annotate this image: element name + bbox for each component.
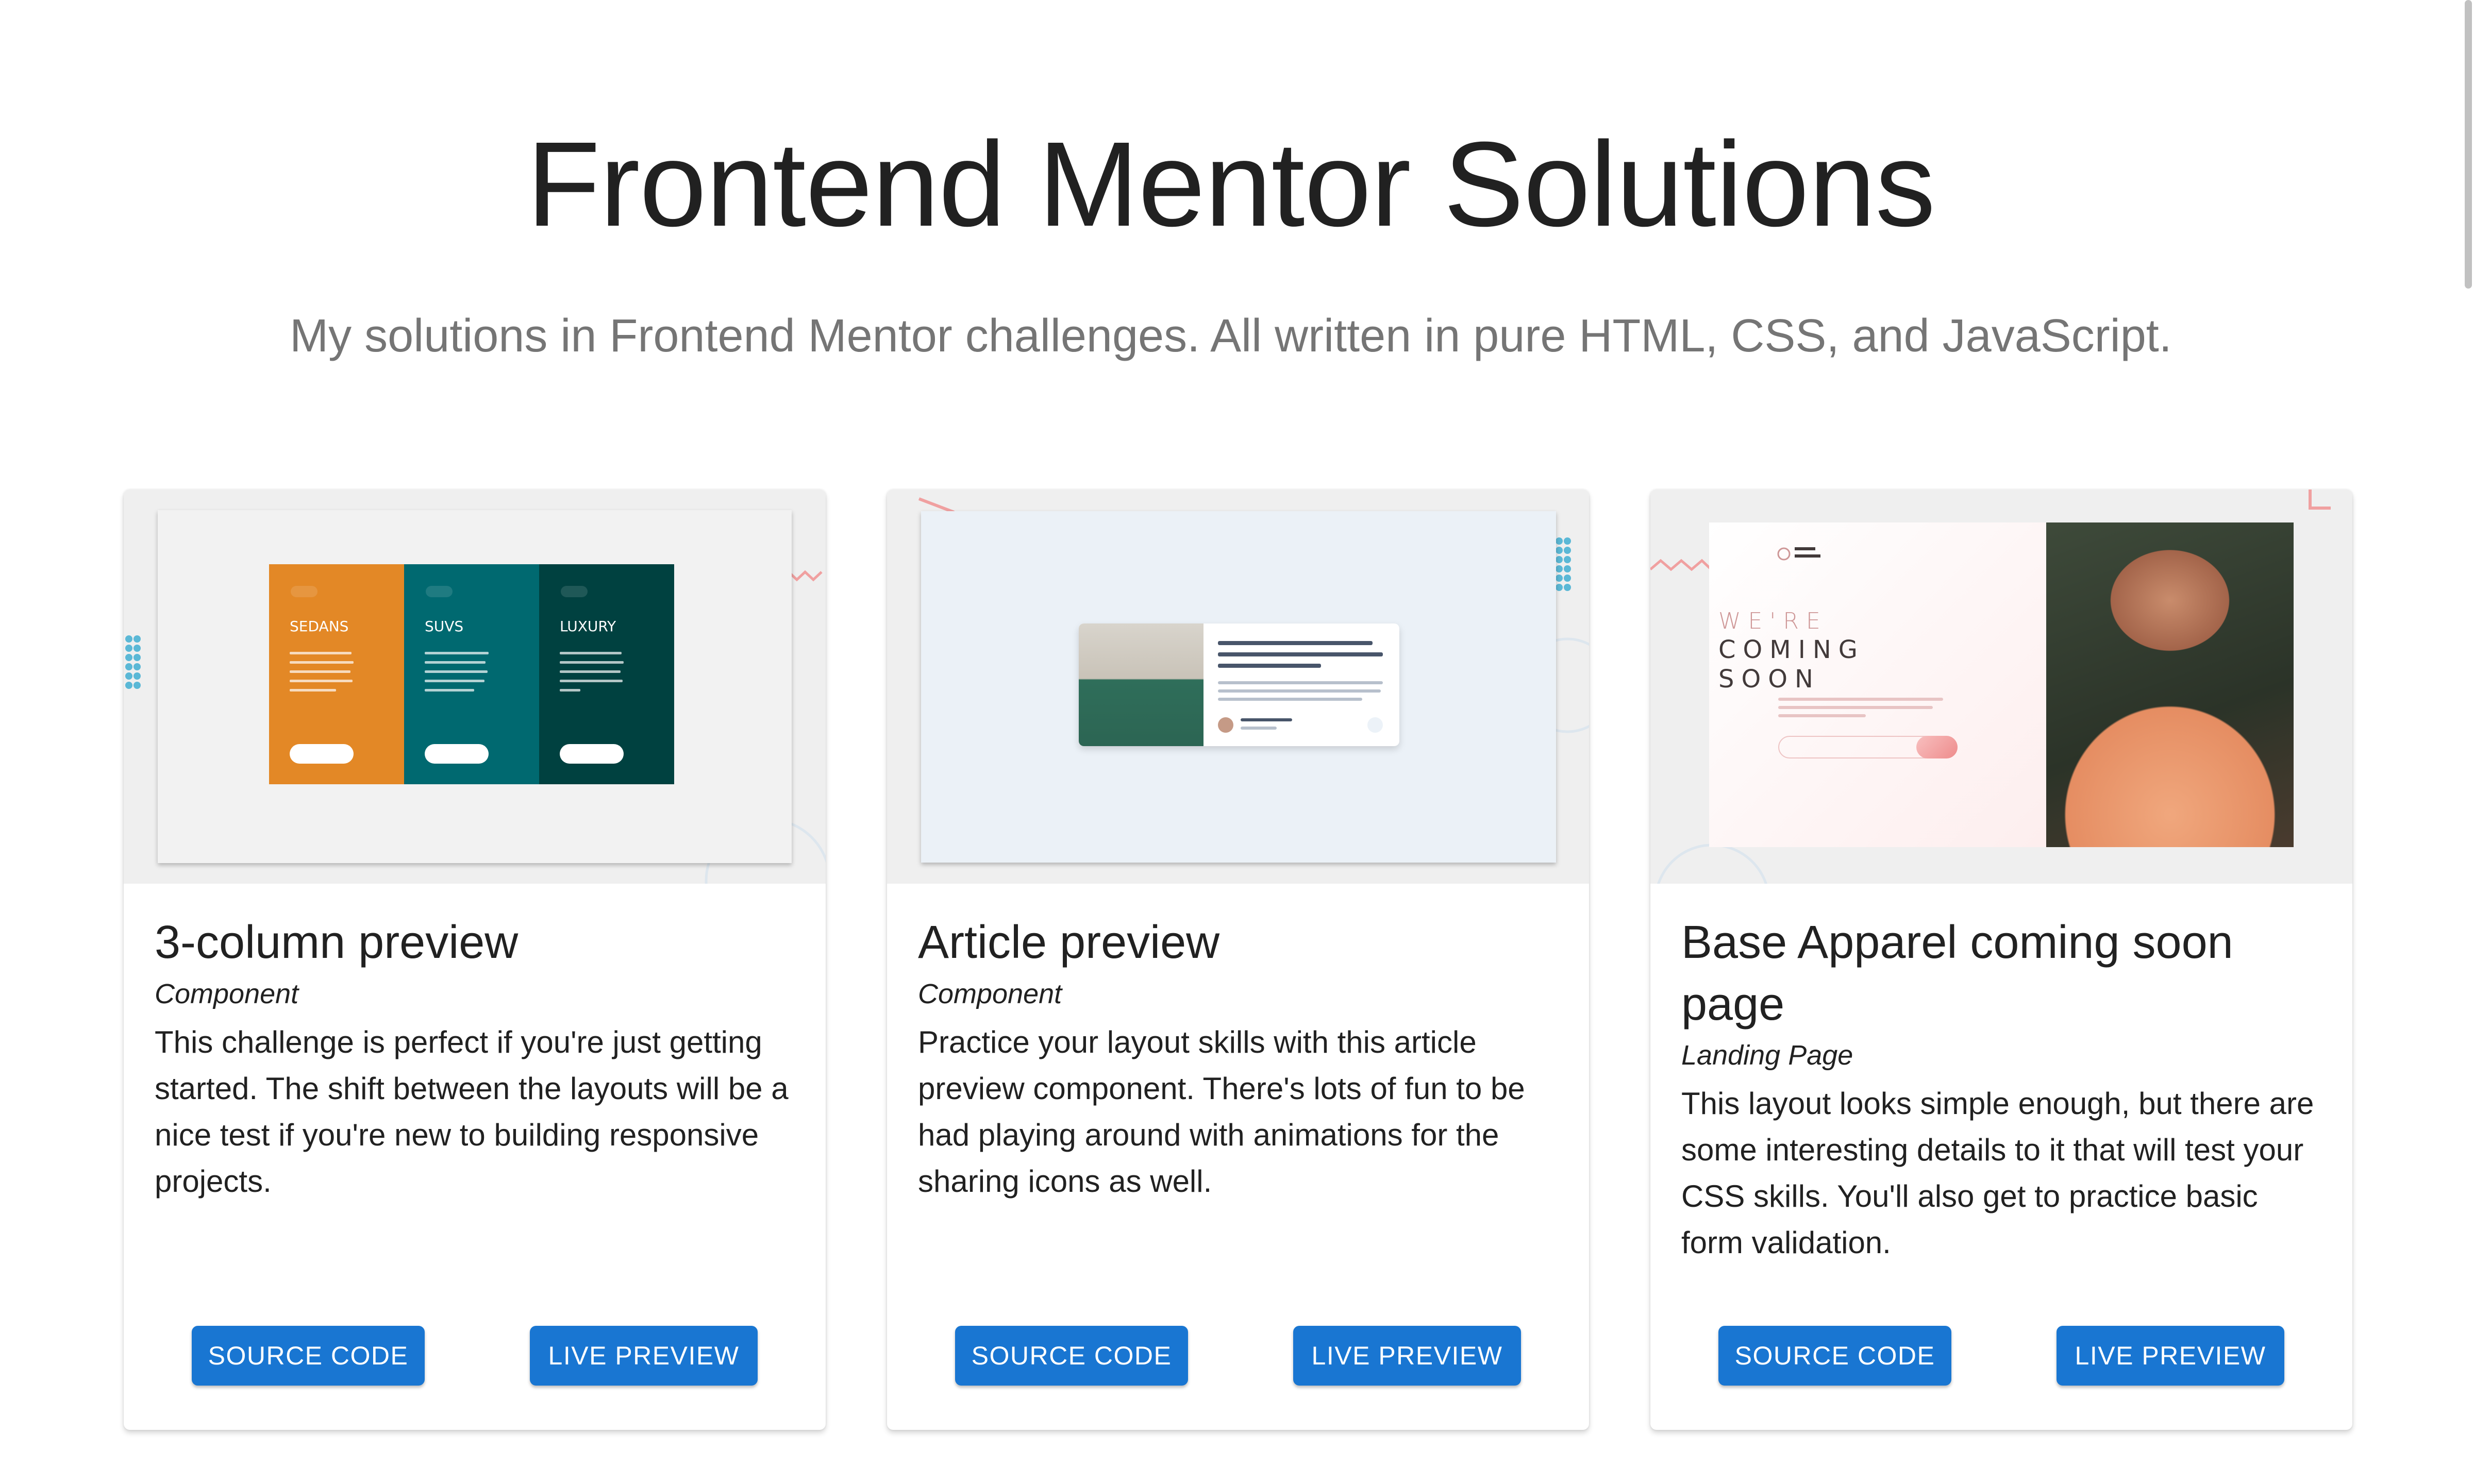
article-preview-card-image	[1079, 623, 1399, 746]
live-preview-button[interactable]: LIVE PREVIEW	[2057, 1326, 2284, 1386]
page-subtitle: My solutions in Frontend Mentor challeng…	[290, 310, 2172, 362]
card-content: Article preview Component Practice your …	[918, 912, 1558, 1205]
solutions-grid: SEDANS SUVS LUXURY 3-column preview Comp…	[124, 490, 2352, 1430]
column-title: SEDANS	[290, 618, 349, 635]
car-icon	[291, 586, 317, 597]
sedans-column: SEDANS	[269, 564, 404, 784]
furniture-photo	[1079, 623, 1203, 746]
car-icon	[426, 586, 453, 597]
submit-arrow-icon	[1916, 736, 1958, 758]
suvs-column: SUVS	[404, 564, 539, 784]
heading-dark: SOON	[1718, 665, 1820, 694]
learn-more-pill	[425, 744, 489, 764]
model-photo	[2046, 522, 2294, 847]
luxury-column: LUXURY	[539, 564, 674, 784]
card-category: Component	[155, 978, 299, 1009]
card-thumbnail	[887, 490, 1589, 884]
card-actions: SOURCE CODE LIVE PREVIEW	[887, 1326, 1589, 1386]
page-header: Frontend Mentor Solutions My solutions i…	[0, 0, 2462, 412]
card-actions: SOURCE CODE LIVE PREVIEW	[1650, 1326, 2352, 1386]
column-title: SUVS	[425, 618, 464, 635]
card-description: This challenge is perfect if you're just…	[155, 1024, 789, 1199]
scrollbar-thumb[interactable]	[2465, 0, 2472, 289]
live-preview-button[interactable]: LIVE PREVIEW	[530, 1326, 758, 1386]
car-icon	[561, 586, 588, 597]
source-code-button[interactable]: SOURCE CODE	[955, 1326, 1188, 1386]
source-code-button[interactable]: SOURCE CODE	[192, 1326, 425, 1386]
thumbnail-frame	[921, 511, 1556, 863]
live-preview-button[interactable]: LIVE PREVIEW	[1293, 1326, 1521, 1386]
card-title: 3-column preview	[155, 917, 519, 968]
card-thumbnail: SEDANS SUVS LUXURY	[124, 490, 826, 884]
coming-soon-heading: WE'RE COMING SOON	[1718, 608, 1865, 695]
learn-more-pill	[560, 744, 624, 764]
share-icon	[1367, 717, 1383, 733]
card-content: 3-column preview Component This challeng…	[155, 912, 795, 1205]
solution-card-article-preview: Article preview Component Practice your …	[887, 490, 1589, 1430]
heading-light: WE'RE	[1718, 608, 1828, 634]
solution-card-base-apparel: WE'RE COMING SOON Base Apparel coming so…	[1650, 490, 2352, 1430]
card-title: Article preview	[918, 917, 1220, 968]
card-actions: SOURCE CODE LIVE PREVIEW	[124, 1326, 826, 1386]
learn-more-pill	[290, 744, 354, 764]
source-code-button[interactable]: SOURCE CODE	[1718, 1326, 1951, 1386]
card-category: Component	[918, 978, 1062, 1009]
column-title: LUXURY	[560, 618, 616, 635]
card-content: Base Apparel coming soon page Landing Pa…	[1681, 912, 2321, 1266]
card-title: Base Apparel coming soon page	[1681, 917, 2233, 1030]
solution-card-3-column-preview: SEDANS SUVS LUXURY 3-column preview Comp…	[124, 490, 826, 1430]
card-description: This layout looks simple enough, but the…	[1681, 1086, 2314, 1260]
heading-dark: COMING	[1718, 635, 1865, 664]
card-category: Landing Page	[1681, 1040, 1853, 1071]
card-thumbnail: WE'RE COMING SOON	[1650, 490, 2352, 884]
card-description: Practice your layout skills with this ar…	[918, 1024, 1525, 1199]
three-column-preview-image: SEDANS SUVS LUXURY	[269, 564, 674, 784]
page-title: Frontend Mentor Solutions	[526, 116, 1936, 251]
page-scrollbar[interactable]	[2462, 0, 2474, 1484]
base-apparel-logo-icon	[1777, 547, 1791, 561]
avatar	[1218, 717, 1233, 733]
